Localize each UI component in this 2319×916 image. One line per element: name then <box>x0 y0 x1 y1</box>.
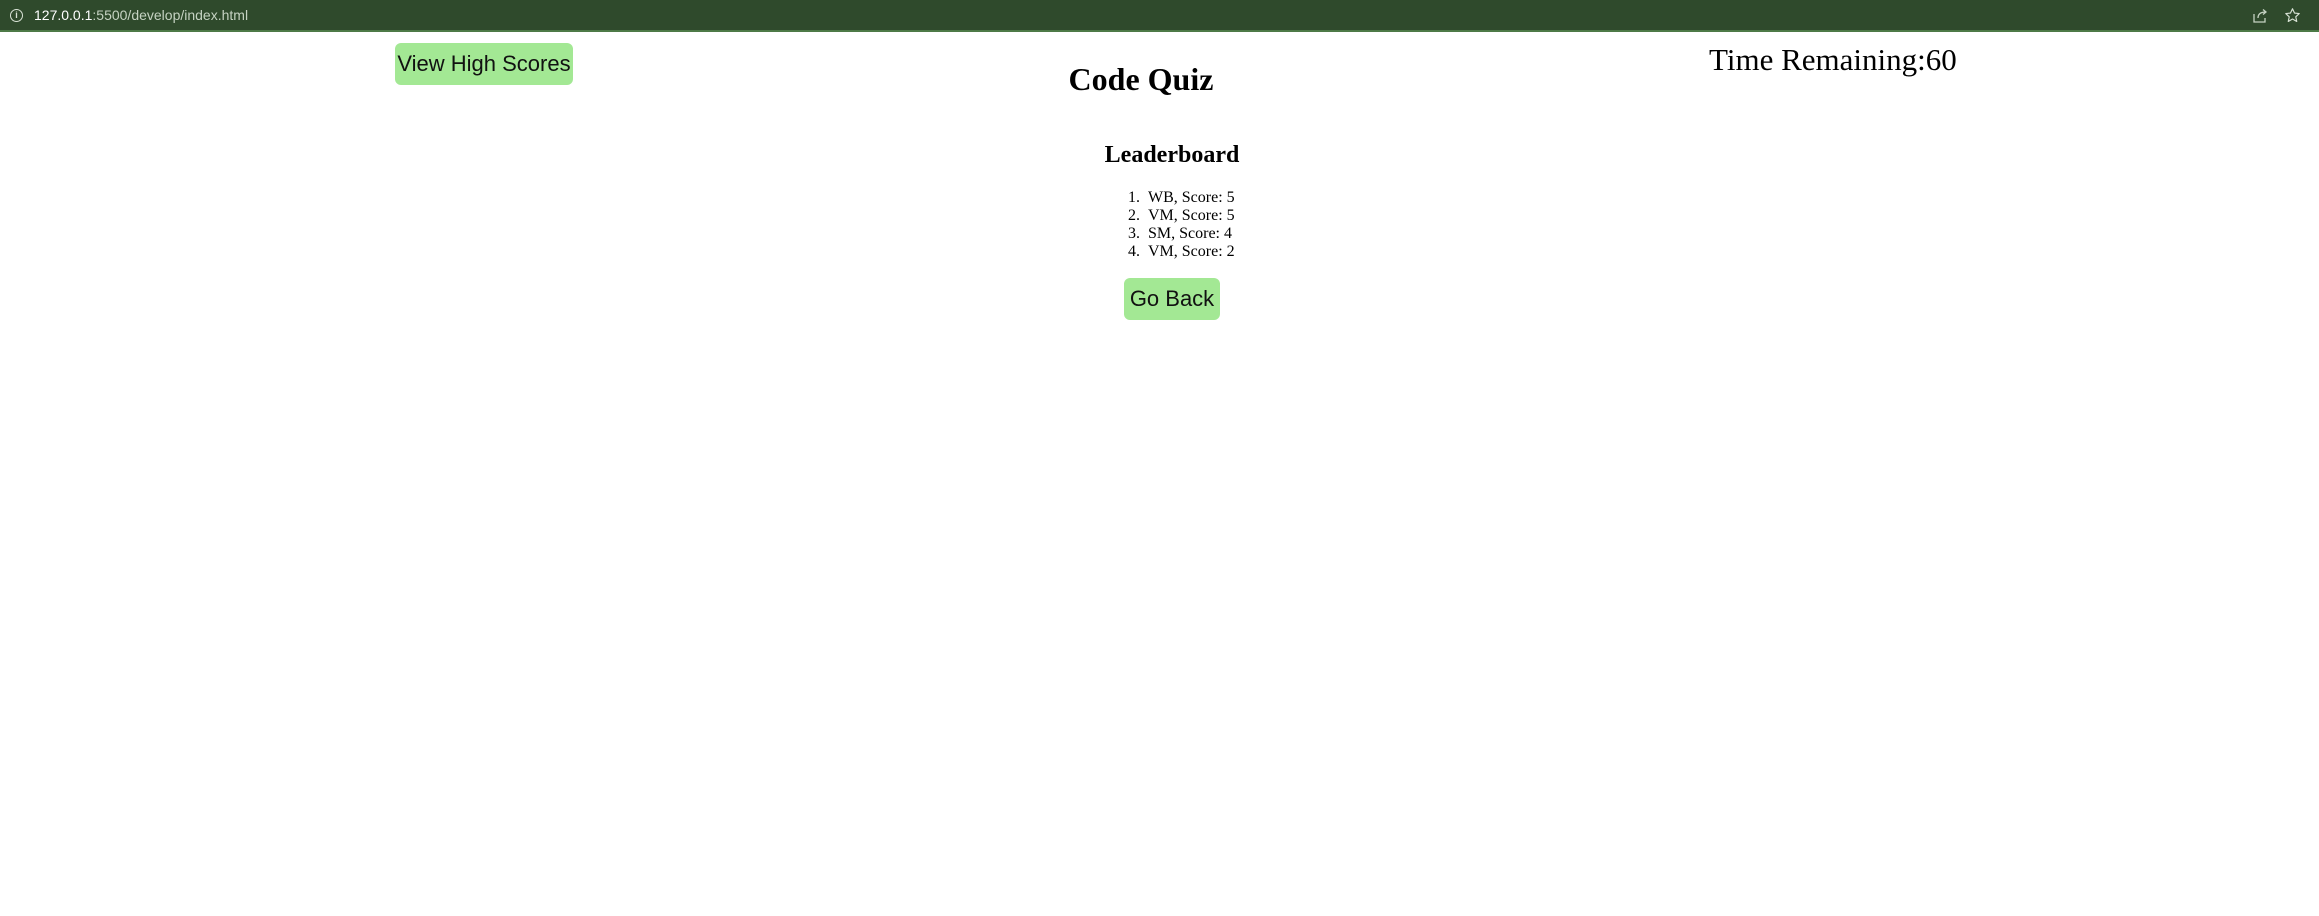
list-item-number: 3. <box>1128 225 1140 242</box>
list-item: 3. SM, Score: 4 <box>1128 225 1235 243</box>
url-host: 127.0.0.1 <box>34 7 93 23</box>
list-item: 2. VM, Score: 5 <box>1128 207 1235 225</box>
leaderboard-heading: Leaderboard <box>1104 142 1240 168</box>
url-text[interactable]: 127.0.0.1:5500/develop/index.html <box>34 7 248 23</box>
star-icon[interactable] <box>2284 7 2301 24</box>
url-path: :5500/develop/index.html <box>92 7 249 23</box>
list-item-number: 1. <box>1128 189 1140 206</box>
browser-address-bar: i 127.0.0.1:5500/develop/index.html <box>0 0 2319 32</box>
list-item-text: SM, Score: 4 <box>1148 225 1232 242</box>
list-item-number: 4. <box>1128 243 1140 260</box>
list-item-text: VM, Score: 5 <box>1148 207 1235 224</box>
list-item: 1. WB, Score: 5 <box>1128 189 1235 207</box>
go-back-button[interactable]: Go Back <box>1124 278 1220 320</box>
share-icon[interactable] <box>2252 8 2268 24</box>
list-item-text: VM, Score: 2 <box>1148 243 1235 260</box>
info-icon[interactable]: i <box>10 9 23 22</box>
time-remaining: Time Remaining:60 <box>1709 42 1957 77</box>
list-item: 4. VM, Score: 2 <box>1128 243 1235 261</box>
list-item-number: 2. <box>1128 207 1140 224</box>
leaderboard-list: 1. WB, Score: 5 2. VM, Score: 5 3. SM, Scor… <box>1128 189 1235 261</box>
list-item-text: WB, Score: 5 <box>1148 189 1235 206</box>
